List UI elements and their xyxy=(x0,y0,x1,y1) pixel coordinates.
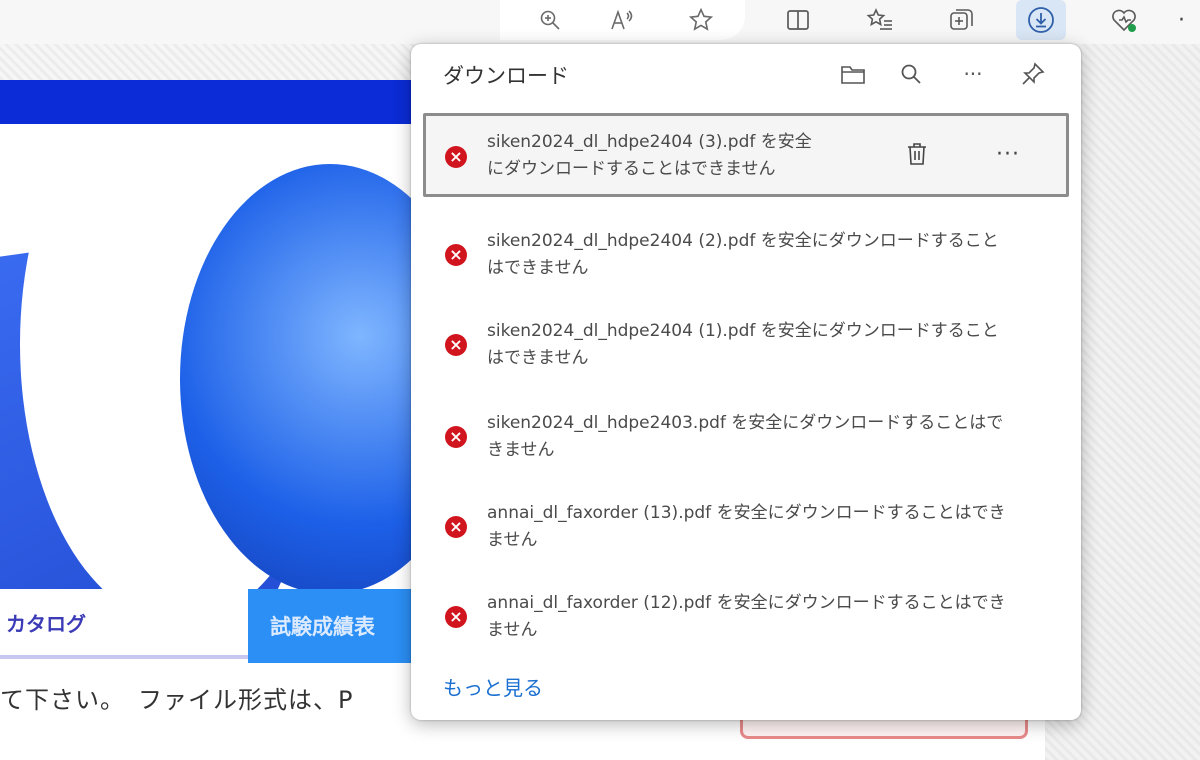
download-item[interactable]: siken2024_dl_hdpe2404 (3).pdf を安全にダウンロード… xyxy=(423,113,1069,197)
open-folder-icon[interactable] xyxy=(835,56,871,92)
zoom-icon[interactable] xyxy=(530,2,570,38)
browser-essentials-icon[interactable] xyxy=(1105,2,1145,38)
read-aloud-icon[interactable] xyxy=(602,2,642,38)
search-icon[interactable] xyxy=(893,56,929,92)
tab-catalog-label: カタログ xyxy=(6,611,86,636)
more-options-icon[interactable]: ··· xyxy=(955,56,991,92)
error-icon xyxy=(445,606,467,628)
download-item[interactable]: annai_dl_faxorder (12).pdf を安全にダウンロードするこ… xyxy=(423,574,1069,658)
download-item-text: siken2024_dl_hdpe2403.pdf を安全にダウンロードすること… xyxy=(487,413,1004,460)
more-icon[interactable]: · xyxy=(1178,2,1200,38)
download-item-text: annai_dl_faxorder (12).pdf を安全にダウンロードするこ… xyxy=(487,593,1006,640)
download-item[interactable]: annai_dl_faxorder (13).pdf を安全にダウンロードするこ… xyxy=(423,484,1069,568)
download-item[interactable]: siken2024_dl_hdpe2403.pdf を安全にダウンロードすること… xyxy=(423,394,1069,478)
pin-icon[interactable] xyxy=(1015,56,1051,92)
tab-test-results-label: 試験成績表 xyxy=(270,615,375,639)
downloads-panel: ダウンロード ··· siken2024_dl_hdpe2404 (3).pdf… xyxy=(411,44,1081,720)
download-item-text: siken2024_dl_hdpe2404 (3).pdf を安全にダウンロード… xyxy=(487,132,812,179)
download-item[interactable]: siken2024_dl_hdpe2404 (1).pdf を安全にダウンロード… xyxy=(423,302,1069,386)
error-icon xyxy=(445,334,467,356)
error-icon xyxy=(445,146,467,168)
browser-toolbar: · xyxy=(0,0,1200,44)
delete-icon[interactable] xyxy=(897,134,937,174)
favorites-list-icon[interactable] xyxy=(860,2,900,38)
download-item-text: siken2024_dl_hdpe2404 (2).pdf を安全にダウンロード… xyxy=(487,231,999,278)
hero-image xyxy=(0,124,420,589)
download-item-text: siken2024_dl_hdpe2404 (1).pdf を安全にダウンロード… xyxy=(487,321,999,368)
page-body-text: て下さい。 ファイル形式は、P xyxy=(0,686,354,714)
item-more-button[interactable]: ··· xyxy=(983,134,1033,174)
error-icon xyxy=(445,516,467,538)
tab-catalog[interactable]: カタログ xyxy=(0,589,248,659)
error-icon xyxy=(445,426,467,448)
error-icon xyxy=(445,244,467,266)
download-item[interactable]: siken2024_dl_hdpe2404 (2).pdf を安全にダウンロード… xyxy=(423,212,1069,296)
page-blue-banner xyxy=(0,80,420,124)
download-item-text: annai_dl_faxorder (13).pdf を安全にダウンロードするこ… xyxy=(487,503,1006,550)
page-tabs: カタログ 試験成績表 xyxy=(0,589,420,663)
collections-icon[interactable] xyxy=(942,2,982,38)
downloads-panel-title: ダウンロード xyxy=(443,64,569,88)
downloads-icon[interactable] xyxy=(1016,0,1066,40)
tab-test-results[interactable]: 試験成績表 xyxy=(248,589,420,663)
favorite-star-icon[interactable] xyxy=(681,2,721,38)
see-more-link[interactable]: もっと見る xyxy=(443,672,543,701)
split-screen-icon[interactable] xyxy=(778,2,818,38)
